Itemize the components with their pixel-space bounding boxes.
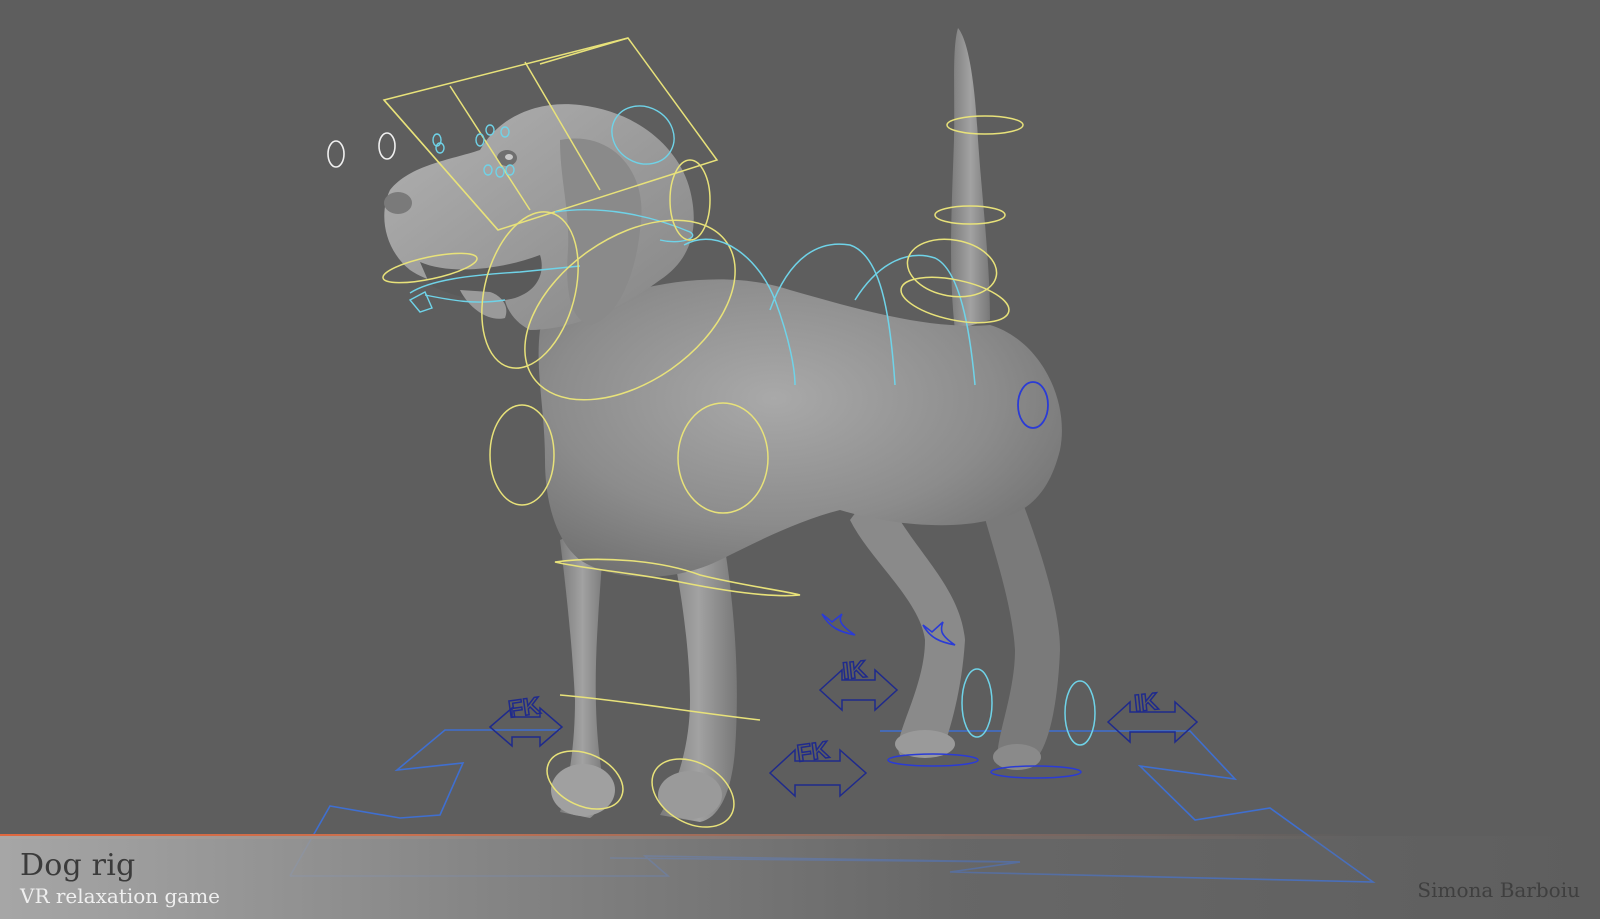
caption-title: Dog rig xyxy=(20,848,136,883)
ik-label-mid: IK xyxy=(841,656,868,685)
eye-target-right[interactable] xyxy=(378,132,396,160)
caption-subtitle: VR relaxation game xyxy=(20,884,221,908)
eye-target-left[interactable] xyxy=(327,140,345,168)
dog-nose xyxy=(384,192,412,214)
fk-switch-mid[interactable]: FK xyxy=(768,736,868,798)
viewport-scene: FK FK IK IK xyxy=(289,28,1376,883)
tail xyxy=(951,28,990,330)
fk-label-mid: FK xyxy=(795,736,831,767)
dog-eye-highlight xyxy=(505,154,513,160)
ik-switch-mid[interactable]: IK xyxy=(818,655,899,712)
dog-body xyxy=(538,279,1062,577)
caption-band xyxy=(0,836,1600,919)
ik-label-right: IK xyxy=(1133,688,1160,717)
fk-switch-left[interactable]: FK xyxy=(488,691,564,748)
ik-switch-right[interactable]: IK xyxy=(1106,687,1199,744)
caption-author: Simona Barboiu xyxy=(1417,878,1580,902)
fk-label-left: FK xyxy=(507,692,543,723)
